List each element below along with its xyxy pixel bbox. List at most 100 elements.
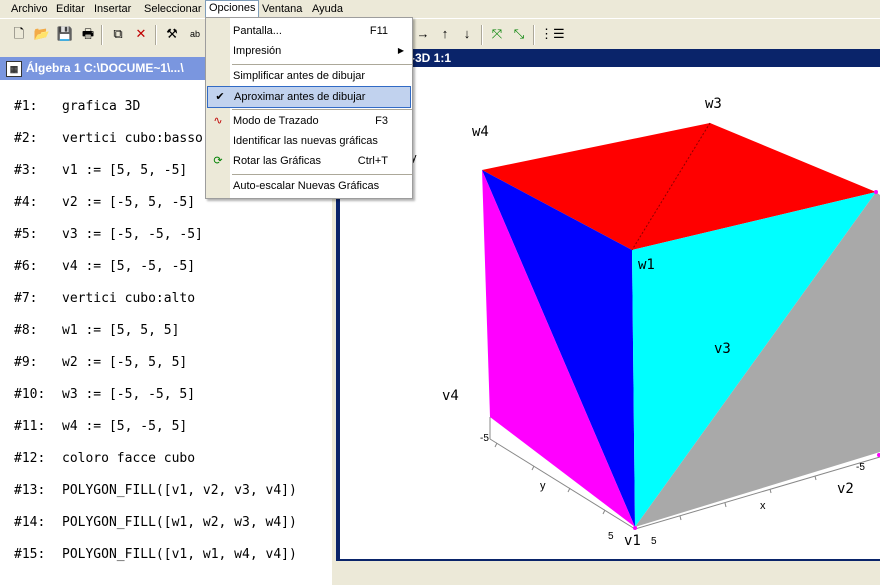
author-expression-icon[interactable]: ⚒ <box>163 25 181 43</box>
expression-number: #2: <box>14 131 38 146</box>
expression-text: w4 := [5, -5, 5] <box>62 419 188 434</box>
expression-number: #7: <box>14 291 38 306</box>
expression-number: #1: <box>14 99 38 114</box>
submenu-arrow-icon: ▶ <box>397 46 404 55</box>
expression-text: POLYGON_FILL([v1, v2, v3, v4]) <box>62 483 297 498</box>
menu-item-shortcut: F3 <box>375 115 388 127</box>
delete-icon[interactable]: ✕ <box>132 25 150 43</box>
vertex-label-v1: v1 <box>624 533 641 549</box>
algebra-expression-row[interactable]: #6: v4 := [5, -5, -5] <box>0 259 332 291</box>
algebra-expression-row[interactable]: #7: vertici cubo:alto <box>0 291 332 323</box>
menu-ventana[interactable]: Ventana <box>259 1 305 17</box>
menu-item-impresion[interactable]: Impresión ▶ <box>206 41 412 61</box>
arrow-down-icon[interactable]: ↓ <box>458 25 476 43</box>
menu-editar[interactable]: Editar <box>53 1 88 17</box>
menu-item-shortcut: F11 <box>369 25 388 37</box>
menu-insertar[interactable]: Insertar <box>91 1 134 17</box>
menu-item-label: Impresión <box>233 45 282 57</box>
menu-archivo[interactable]: Archivo <box>8 1 51 17</box>
expression-text: w2 := [-5, 5, 5] <box>62 355 188 370</box>
tick-label: -5 <box>480 433 489 444</box>
expression-text: vertici cubo:alto <box>62 291 196 306</box>
vertex-label-v3: v3 <box>714 341 731 357</box>
expression-number: #5: <box>14 227 38 242</box>
menu-seleccionar[interactable]: Seleccionar <box>141 1 204 17</box>
algebra-expression-row[interactable]: #4: v2 := [-5, 5, -5] <box>0 195 332 227</box>
zoom-out-icon[interactable]: ⤡ <box>510 25 528 43</box>
new-file-icon[interactable]: 🗋 <box>10 25 28 43</box>
vertex-label-v2: v2 <box>837 481 854 497</box>
menu-ayuda[interactable]: Ayuda <box>309 1 346 17</box>
expression-text: POLYGON_FILL([w1, w2, w3, w4]) <box>62 515 297 530</box>
plot-3d-window: -3D 1:1 w3 w4 w1 v3 v4 v2 v1 y y x -5 -5… <box>336 49 880 561</box>
menu-item-identificar[interactable]: Identificar las nuevas gráficas <box>206 131 412 151</box>
grid-options-icon[interactable]: ⋮☰ <box>540 25 565 43</box>
expression-text: v4 := [5, -5, -5] <box>62 259 196 274</box>
status-bar <box>336 561 880 585</box>
menu-item-label: Pantalla... <box>233 25 282 37</box>
opciones-dropdown-menu: Pantalla... F11 Impresión ▶ Simplificar … <box>205 17 413 199</box>
axis-label-x: x <box>760 500 766 512</box>
plot-window-titlebar[interactable]: -3D 1:1 <box>336 49 880 67</box>
algebra-expression-row[interactable]: #13: POLYGON_FILL([v1, v2, v3, v4]) <box>0 483 332 515</box>
expression-text: w3 := [-5, -5, 5] <box>62 387 196 402</box>
expression-number: #6: <box>14 259 38 274</box>
expression-text: POLYGON_FILL([v1, w1, w4, v4]) <box>62 547 297 562</box>
algebra-expression-row[interactable]: #10: w3 := [-5, -5, 5] <box>0 387 332 419</box>
axis-label-y: y <box>540 480 546 492</box>
trace-icon: ∿ <box>213 115 223 127</box>
expression-number: #3: <box>14 163 38 178</box>
arrow-right-icon[interactable]: → <box>414 25 432 43</box>
algebra-expression-row[interactable]: #11: w4 := [5, -5, 5] <box>0 419 332 451</box>
vertex-label-w3: w3 <box>705 96 722 112</box>
print-icon[interactable]: 🖶 <box>79 25 97 43</box>
menu-item-auto-escalar[interactable]: Auto-escalar Nuevas Gráficas <box>206 176 412 196</box>
expression-number: #15: <box>14 547 46 562</box>
expression-number: #12: <box>14 451 46 466</box>
menu-item-label: Identificar las nuevas gráficas <box>233 135 378 147</box>
expression-number: #14: <box>14 515 46 530</box>
expression-number: #13: <box>14 483 46 498</box>
menu-item-simplificar[interactable]: Simplificar antes de dibujar <box>206 66 412 86</box>
check-icon: ✔ <box>215 91 225 103</box>
expression-number: #9: <box>14 355 38 370</box>
menu-item-label: Simplificar antes de dibujar <box>233 70 366 82</box>
expression-text: w1 := [5, 5, 5] <box>62 323 180 338</box>
open-folder-icon[interactable]: 📂 <box>33 25 51 43</box>
menu-item-pantalla[interactable]: Pantalla... F11 <box>206 21 412 41</box>
menu-item-label: Modo de Trazado <box>233 115 319 127</box>
expression-text: vertici cubo:basso <box>62 131 203 146</box>
expression-number: #4: <box>14 195 38 210</box>
algebra-expression-row[interactable]: #9: w2 := [-5, 5, 5] <box>0 355 332 387</box>
menu-item-shortcut: Ctrl+T <box>357 155 388 167</box>
menu-item-modo-trazado[interactable]: ∿ Modo de Trazado F3 <box>206 111 412 131</box>
copy-icon[interactable]: ⧉ <box>109 25 127 43</box>
text-object-icon[interactable]: ab <box>186 25 204 43</box>
plot-window-title: -3D 1:1 <box>411 51 452 65</box>
rotate-icon: ⟳ <box>213 155 223 167</box>
arrow-up-icon[interactable]: ↑ <box>436 25 454 43</box>
vertex-label-v4: v4 <box>442 388 459 404</box>
save-icon[interactable]: 💾 <box>56 25 74 43</box>
vertex-label-w4: w4 <box>472 124 489 140</box>
expression-text: v1 := [5, 5, -5] <box>62 163 188 178</box>
plot-3d-area[interactable]: w3 w4 w1 v3 v4 v2 v1 y y x -5 -5 5 5 <box>340 67 880 559</box>
algebra-expression-row[interactable]: #14: POLYGON_FILL([w1, w2, w3, w4]) <box>0 515 332 547</box>
menu-opciones[interactable]: Opciones <box>205 0 260 18</box>
expression-text: grafica 3D <box>62 99 141 114</box>
expression-number: #11: <box>14 419 46 434</box>
algebra-expression-row[interactable]: #5: v3 := [-5, -5, -5] <box>0 227 332 259</box>
expression-text: coloro facce cubo <box>62 451 196 466</box>
menu-item-aproximar[interactable]: ✔ Aproximar antes de dibujar <box>207 86 411 108</box>
menu-bar: Archivo Editar Insertar Seleccionar Opci… <box>0 0 880 18</box>
algebra-expression-row[interactable]: #15: POLYGON_FILL([v1, w1, w4, v4]) <box>0 547 332 579</box>
expression-text: v2 := [-5, 5, -5] <box>62 195 196 210</box>
expression-text: v3 := [-5, -5, -5] <box>62 227 203 242</box>
algebra-expression-row[interactable]: #12: coloro facce cubo <box>0 451 332 483</box>
menu-item-label: Rotar las Gráficas <box>233 155 322 167</box>
algebra-expression-row[interactable]: #8: w1 := [5, 5, 5] <box>0 323 332 355</box>
zoom-in-icon[interactable]: ⤧ <box>488 25 506 43</box>
menu-item-rotar[interactable]: ⟳ Rotar las Gráficas Ctrl+T <box>206 151 412 171</box>
algebra-window-title: Álgebra 1 C:\DOCUME~1\...\ <box>26 61 184 75</box>
cube-plot <box>482 122 880 530</box>
